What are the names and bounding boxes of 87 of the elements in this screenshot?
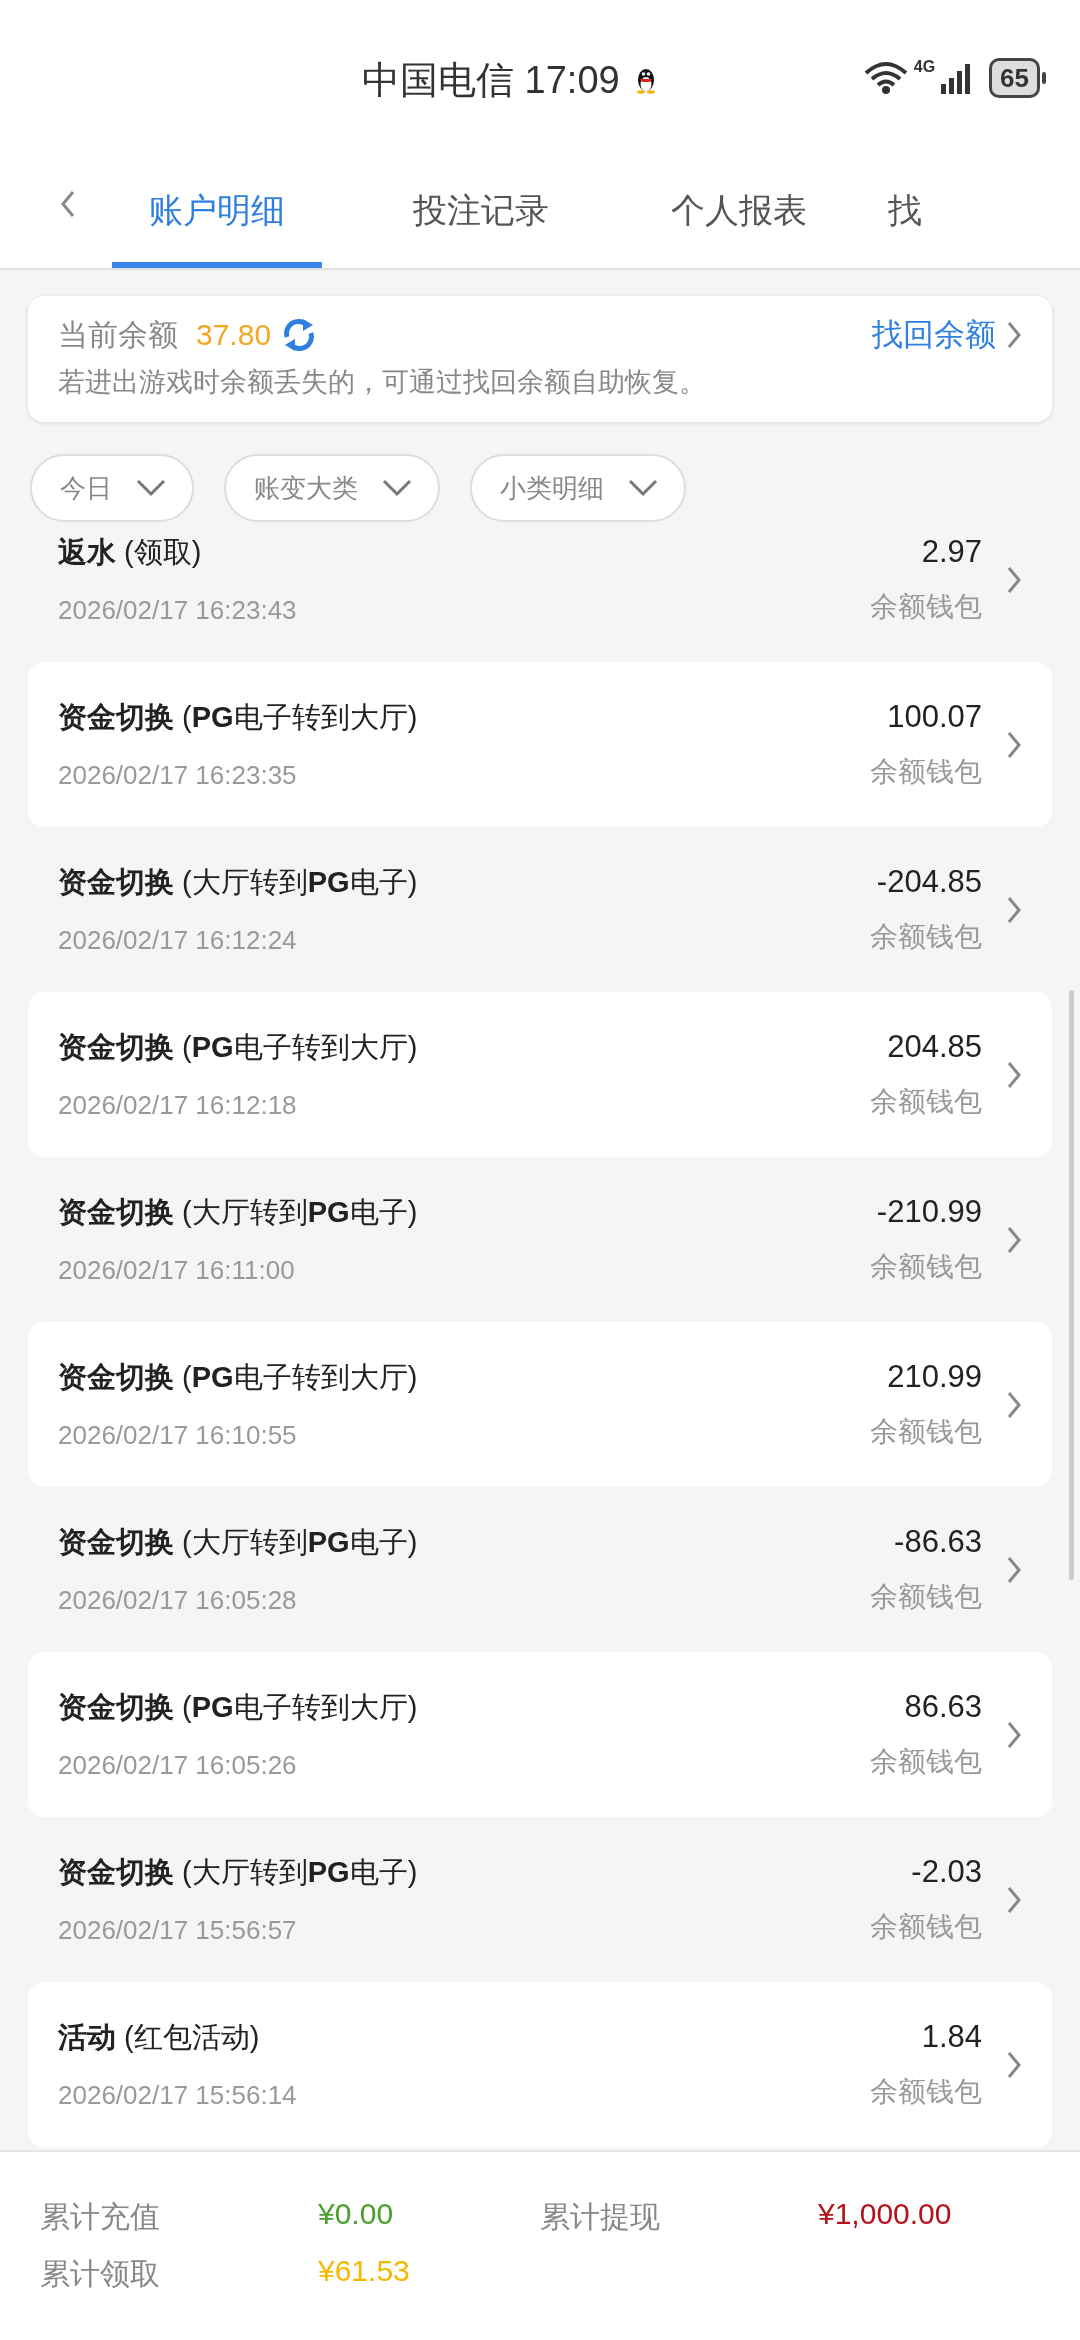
caret-icon bbox=[382, 479, 412, 497]
wallet-label: 余额钱包 bbox=[870, 2074, 982, 2109]
record-time: 2026/02/17 16:23:43 bbox=[58, 595, 298, 626]
record-amount: -2.03 bbox=[911, 1853, 982, 1890]
wallet-label: 余额钱包 bbox=[870, 754, 982, 789]
summary-value: ¥0.00 bbox=[318, 2197, 394, 2232]
summary-value: ¥1,000.00 bbox=[818, 2197, 952, 2232]
balance-label: 当前余额 bbox=[58, 316, 178, 353]
record-title: 返水 (领取) bbox=[58, 535, 203, 570]
filter-dropdown[interactable]: 今日 bbox=[30, 454, 194, 522]
chevron-icon bbox=[1006, 1060, 1022, 1089]
record-time: 2026/02/17 16:12:18 bbox=[58, 1090, 298, 1121]
record-amount: -210.99 bbox=[876, 1193, 982, 1230]
wifi-icon bbox=[863, 61, 908, 95]
filter-dropdown[interactable]: 小类明细 bbox=[470, 454, 686, 522]
record-title: 资金切换 (PG电子转到大厅) bbox=[58, 1360, 419, 1395]
tab[interactable]: 投注记录 bbox=[352, 160, 610, 268]
record-title: 资金切换 (大厅转到PG电子) bbox=[58, 865, 419, 900]
wallet-label: 余额钱包 bbox=[870, 589, 982, 624]
record-time: 2026/02/17 15:56:14 bbox=[58, 2080, 298, 2111]
chevron-icon bbox=[1006, 895, 1022, 924]
record-row[interactable]: 资金切换 (大厅转到PG电子) 2026/02/17 15:56:57 -2.03 余额钱包 bbox=[28, 1817, 1052, 1982]
network-label: 4G bbox=[913, 58, 936, 76]
record-title: 资金切换 (PG电子转到大厅) bbox=[58, 1030, 419, 1065]
record-time: 2026/02/17 16:05:26 bbox=[58, 1750, 298, 1781]
tab[interactable]: 个人报表 bbox=[610, 160, 868, 268]
record-amount: 2.97 bbox=[921, 534, 982, 570]
wallet-label: 余额钱包 bbox=[870, 1414, 982, 1449]
record-row[interactable]: 资金切换 (PG电子转到大厅) 2026/02/17 16:12:18 204.85 余额钱包 bbox=[28, 992, 1052, 1157]
chevron-icon bbox=[1006, 1225, 1022, 1254]
filter-dropdown[interactable]: 账变大类 bbox=[224, 454, 440, 522]
wallet-label: 余额钱包 bbox=[870, 1909, 982, 1944]
summary-label: 累计领取 bbox=[40, 2256, 161, 2292]
summary-value: ¥61.53 bbox=[318, 2254, 410, 2289]
chevron-icon bbox=[1006, 321, 1022, 349]
record-title: 资金切换 (大厅转到PG电子) bbox=[58, 1195, 419, 1230]
record-amount: 86.63 bbox=[904, 1688, 982, 1725]
chevron-icon bbox=[1006, 1555, 1022, 1584]
record-title: 资金切换 (PG电子转到大厅) bbox=[58, 700, 419, 735]
record-row[interactable]: 资金切换 (PG电子转到大厅) 2026/02/17 16:23:35 100.07 余额钱包 bbox=[28, 662, 1052, 827]
record-time: 2026/02/17 16:10:55 bbox=[58, 1420, 298, 1451]
record-row[interactable]: 资金切换 (PG电子转到大厅) 2026/02/17 16:10:55 210.99 余额钱包 bbox=[28, 1322, 1052, 1487]
summary-label: 累计提现 bbox=[540, 2199, 661, 2235]
summary-label: 累计充值 bbox=[40, 2199, 161, 2235]
caret-icon bbox=[136, 479, 166, 497]
carrier-time: 中国电信 17:09 bbox=[362, 57, 620, 103]
record-amount: 100.07 bbox=[887, 698, 982, 735]
chevron-icon bbox=[1006, 730, 1022, 759]
record-row[interactable]: 资金切换 (大厅转到PG电子) 2026/02/17 16:11:00 -210.99 余额钱包 bbox=[28, 1157, 1052, 1322]
recover-balance-link[interactable]: 找回余额 bbox=[872, 314, 996, 356]
record-title: 资金切换 (PG电子转到大厅) bbox=[58, 1690, 419, 1725]
record-amount: -86.63 bbox=[894, 1523, 982, 1560]
wallet-label: 余额钱包 bbox=[870, 1249, 982, 1284]
record-row[interactable]: 活动 (红包活动) 2026/02/17 15:56:14 1.84 余额钱包 bbox=[28, 1982, 1052, 2147]
wallet-label: 余额钱包 bbox=[870, 1579, 982, 1614]
record-time: 2026/02/17 16:11:00 bbox=[58, 1255, 296, 1286]
chevron-icon bbox=[1006, 565, 1022, 594]
record-time: 2026/02/17 15:56:57 bbox=[58, 1915, 298, 1946]
back-icon[interactable] bbox=[60, 190, 76, 218]
chevron-icon bbox=[1006, 2050, 1022, 2079]
chevron-icon bbox=[1006, 1390, 1022, 1419]
signal-icon bbox=[941, 62, 972, 94]
record-time: 2026/02/17 16:23:35 bbox=[58, 760, 298, 791]
balance-hint: 若进出游戏时余额丢失的，可通过找回余额自助恢复。 bbox=[58, 366, 707, 399]
record-time: 2026/02/17 16:05:28 bbox=[58, 1585, 298, 1616]
record-title: 资金切换 (大厅转到PG电子) bbox=[58, 1855, 419, 1890]
record-amount: 210.99 bbox=[887, 1358, 982, 1395]
battery-indicator: 65 bbox=[989, 58, 1040, 98]
tab[interactable]: 找 bbox=[888, 160, 948, 268]
balance-amount: 37.80 bbox=[196, 318, 272, 352]
caret-icon bbox=[628, 479, 658, 497]
record-title: 活动 (红包活动) bbox=[58, 2020, 261, 2055]
record-row[interactable]: 资金切换 (PG电子转到大厅) 2026/02/17 16:05:26 86.63 余额钱包 bbox=[28, 1652, 1052, 1817]
record-row[interactable]: 返水 (领取) 2026/02/17 16:23:43 2.97 余额钱包 bbox=[28, 534, 1052, 662]
record-amount: 1.84 bbox=[921, 2018, 982, 2055]
chevron-icon bbox=[1006, 1720, 1022, 1749]
wallet-label: 余额钱包 bbox=[870, 1744, 982, 1779]
record-row[interactable]: 资金切换 (大厅转到PG电子) 2026/02/17 16:05:28 -86.63 余额钱包 bbox=[28, 1487, 1052, 1652]
record-row[interactable]: 资金切换 (大厅转到PG电子) 2026/02/17 16:12:24 -204.85 余额钱包 bbox=[28, 827, 1052, 992]
record-time: 2026/02/17 16:12:24 bbox=[58, 925, 298, 956]
wallet-label: 余额钱包 bbox=[870, 1084, 982, 1119]
tab[interactable]: 账户明细 bbox=[112, 160, 322, 268]
record-amount: 204.85 bbox=[887, 1028, 982, 1065]
record-amount: -204.85 bbox=[876, 863, 982, 900]
wallet-label: 余额钱包 bbox=[870, 919, 982, 954]
record-title: 资金切换 (大厅转到PG电子) bbox=[58, 1525, 419, 1560]
chevron-icon bbox=[1006, 1885, 1022, 1914]
